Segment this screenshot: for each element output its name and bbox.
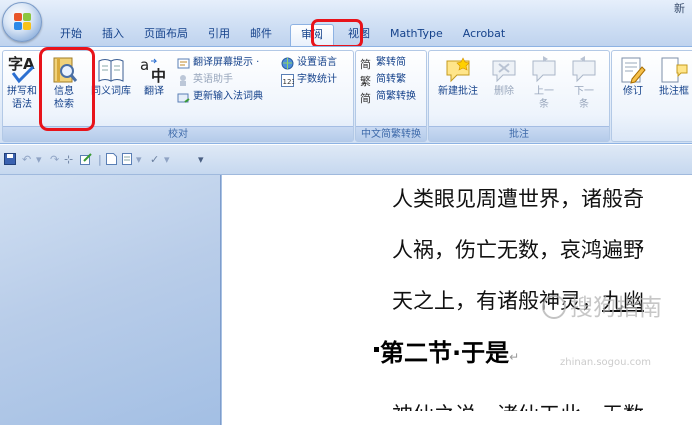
translate-tip-button[interactable]: 翻译屏幕提示 · (177, 55, 259, 71)
office-button[interactable] (2, 2, 42, 42)
tab-page-layout[interactable]: 页面布局 (134, 24, 198, 46)
to-traditional-button[interactable]: 繁 简转繁 (360, 72, 406, 88)
undo-icon[interactable]: ↶ (22, 153, 31, 166)
ribbon-tabs: 开始 插入 页面布局 引用 邮件 审阅 视图 MathType Acrobat (44, 24, 515, 46)
next-comment-button[interactable]: 下一 条 (567, 55, 601, 111)
balloons-button[interactable]: 批注框 (654, 55, 692, 98)
track-changes-button[interactable]: 修订 (616, 55, 650, 98)
tab-mathtype[interactable]: MathType (380, 24, 453, 46)
quick-access-toolbar: ↶ ▾ ↷ ⊹ | ▾ ✓ ▾ ▾ (0, 145, 692, 175)
watermark-logo-icon (542, 295, 566, 319)
previous-comment-icon (529, 55, 559, 85)
format-painter-icon[interactable]: ⊹ (64, 153, 73, 166)
print-dropdown-icon[interactable]: ▾ (136, 153, 142, 166)
svg-text:繁: 繁 (360, 74, 371, 87)
word-count-icon: 123 (281, 73, 296, 87)
watermark: 搜狗指南 (542, 288, 662, 322)
redo-icon[interactable]: ↷ (50, 153, 59, 166)
spelling-grammar-button[interactable]: 字A 拼写和 语法 (5, 55, 39, 111)
svg-text:a: a (140, 56, 149, 74)
undo-dropdown-icon[interactable]: ▾ (36, 153, 42, 166)
workspace: 人类眼见周遭世界，诸般奇 人祸，伤亡无数，哀鸿遍野 天之上，有诸般神灵，九幽 第… (0, 175, 692, 425)
section-heading-text: 第二节·于是 (380, 339, 510, 367)
spelling-check-icon: 字A (7, 55, 37, 85)
thesaurus-book-icon (96, 55, 126, 85)
delete-comment-button[interactable]: 删除 (487, 55, 521, 98)
set-language-button[interactable]: 设置语言 (281, 55, 337, 71)
new-comment-icon (443, 55, 473, 85)
track-changes-icon (618, 55, 648, 85)
svg-text:中: 中 (151, 67, 166, 85)
svg-text:简: 简 (360, 91, 371, 104)
globe-icon (281, 57, 294, 70)
previous-comment-button[interactable]: 上一 条 (527, 55, 561, 111)
group-tracking: 修订 批注框 (611, 50, 692, 142)
customize-toolbar-icon[interactable]: ▾ (198, 153, 204, 166)
spelling-dropdown-icon[interactable]: ▾ (164, 153, 170, 166)
office-logo-icon (14, 13, 32, 31)
delete-comment-icon (489, 55, 519, 85)
spelling-toolbar-icon[interactable]: ✓ (150, 153, 159, 166)
document-page[interactable]: 人类眼见周遭世界，诸般奇 人祸，伤亡无数，哀鸿遍野 天之上，有诸般神灵，九幽 第… (222, 175, 692, 425)
edit-icon[interactable] (80, 153, 92, 168)
document-line-5[interactable]: 神仙之说，诸仙天此，无数 (392, 399, 644, 411)
new-comment-button[interactable]: 新建批注 (433, 55, 483, 98)
group-label-chinese-conversion: 中文简繁转换 (356, 126, 426, 141)
group-chinese-conversion: 简 繁转简 繁 简转繁 简 简繁转换 中文简繁转换 (355, 50, 427, 142)
watermark-url: zhinan.sogou.com (560, 357, 652, 368)
window-title: 新 (674, 2, 685, 15)
save-icon[interactable] (4, 153, 16, 168)
tab-references[interactable]: 引用 (198, 24, 240, 46)
to-simplified-button[interactable]: 简 繁转简 (360, 55, 406, 71)
research-button-highlight (39, 47, 95, 131)
svg-text:简: 简 (360, 57, 371, 70)
balloons-icon (659, 55, 689, 85)
group-label-comments: 批注 (429, 126, 609, 141)
group-comments: 新建批注 删除 上一 条 下一 条 批注 (428, 50, 610, 142)
word-count-button[interactable]: 123 字数统计 (281, 72, 337, 88)
to-traditional-icon: 繁 (360, 74, 373, 88)
review-tab-highlight (311, 19, 363, 48)
new-document-icon[interactable] (106, 153, 117, 168)
print-preview-icon[interactable] (122, 153, 136, 168)
ribbon: 字A 拼写和 语法 信息 检索 同义词库 a中 翻译 翻译屏幕提示 · 英语助手… (0, 46, 692, 144)
english-assistant-button[interactable]: 英语助手 (177, 72, 233, 88)
translate-button[interactable]: a中 翻译 (137, 55, 171, 98)
next-comment-icon (569, 55, 599, 85)
update-ime-dictionary-button[interactable]: 更新输入法词典 (177, 89, 263, 105)
svg-text:123: 123 (283, 78, 295, 86)
heading-bullet (374, 347, 379, 352)
dictionary-update-icon (177, 91, 190, 104)
chinese-convert-icon: 简 (360, 91, 373, 105)
toolbar-separator: | (98, 153, 102, 166)
english-assistant-icon (177, 74, 190, 87)
tab-mailings[interactable]: 邮件 (240, 24, 282, 46)
navigation-pane (0, 175, 221, 425)
document-line-2[interactable]: 人祸，伤亡无数，哀鸿遍野 (392, 234, 644, 264)
chinese-convert-button[interactable]: 简 简繁转换 (360, 89, 416, 105)
translate-tip-icon (177, 57, 190, 70)
tab-home[interactable]: 开始 (50, 24, 92, 46)
tab-insert[interactable]: 插入 (92, 24, 134, 46)
section-heading[interactable]: 第二节·于是↵ (380, 333, 519, 368)
watermark-text: 搜狗指南 (570, 295, 662, 321)
translate-icon: a中 (139, 55, 169, 85)
tab-acrobat[interactable]: Acrobat (453, 24, 515, 46)
to-simplified-icon: 简 (360, 57, 373, 71)
document-line-1[interactable]: 人类眼见周遭世界，诸般奇 (392, 183, 644, 213)
paragraph-mark-icon: ↵ (509, 350, 520, 364)
